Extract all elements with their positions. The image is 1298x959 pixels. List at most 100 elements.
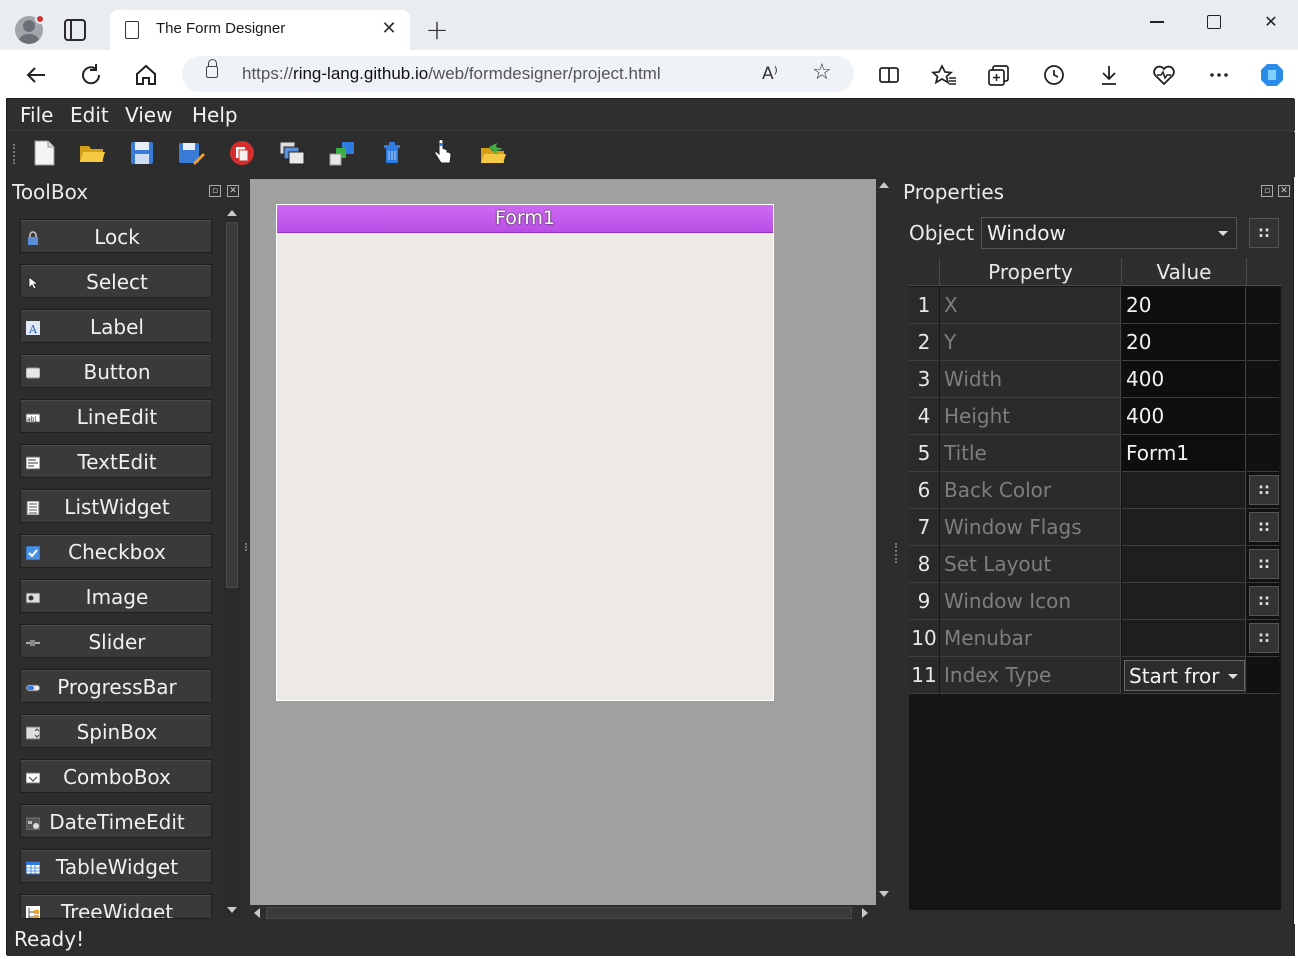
toolbox-scrollbar[interactable] — [224, 206, 240, 918]
refresh-icon[interactable] — [76, 60, 106, 90]
dock-float-icon[interactable]: ▫ — [209, 185, 221, 197]
set-layout-button[interactable]: :: — [1249, 549, 1279, 579]
row-number: 1 — [909, 287, 939, 324]
read-aloud-icon[interactable]: A⁾ — [762, 60, 788, 88]
tool-listwidget-button[interactable]: ListWidget — [20, 489, 212, 523]
tab-close-icon[interactable]: ✕ — [378, 18, 400, 40]
menu-view[interactable]: View — [125, 103, 172, 127]
close-icon[interactable] — [228, 139, 256, 167]
scroll-down-arrow-icon[interactable] — [879, 891, 889, 897]
scroll-down-arrow-icon[interactable] — [227, 907, 237, 913]
left-splitter-handle[interactable] — [245, 543, 248, 551]
window-flags-button[interactable]: :: — [1249, 512, 1279, 542]
collections-icon[interactable] — [984, 60, 1014, 90]
property-value[interactable]: 20 — [1122, 324, 1246, 361]
tool-slider-button[interactable]: Slider — [20, 624, 212, 658]
tool-treewidget-button[interactable]: TreeWidget — [20, 894, 212, 919]
menu-file[interactable]: File — [20, 103, 53, 127]
url-field[interactable]: https://ring-lang.github.io/web/formdesi… — [182, 56, 854, 92]
tool-button-button[interactable]: Button — [20, 354, 212, 388]
menu-edit[interactable]: Edit — [70, 103, 109, 127]
tool-label: Label — [90, 315, 144, 339]
run-icon[interactable] — [479, 139, 507, 167]
url-text[interactable]: https://ring-lang.github.io/web/formdesi… — [242, 64, 661, 84]
delete-icon[interactable] — [378, 139, 406, 167]
canvas-horizontal-scrollbar[interactable] — [250, 905, 876, 921]
toolbox-scroll-thumb[interactable] — [226, 222, 238, 588]
scroll-left-arrow-icon[interactable] — [254, 908, 260, 918]
tool-checkbox-button[interactable]: Checkbox — [20, 534, 212, 568]
tool-progressbar-button[interactable]: ProgressBar — [20, 669, 212, 703]
tool-datetimeedit-button[interactable]: DateTimeEdit — [20, 804, 212, 838]
canvas-scroll-thumb[interactable] — [266, 907, 852, 919]
column-header-property[interactable]: Property — [940, 258, 1122, 286]
designed-form-window[interactable]: Form1 — [276, 204, 774, 701]
back-color-picker-button[interactable]: :: — [1249, 475, 1279, 505]
property-value[interactable]: 400 — [1122, 398, 1246, 435]
maximize-button[interactable] — [1197, 8, 1231, 36]
browser-essentials-icon[interactable] — [1149, 60, 1179, 90]
object-options-button[interactable]: :: — [1249, 218, 1279, 248]
property-value[interactable] — [1122, 509, 1246, 546]
property-value[interactable]: 400 — [1122, 361, 1246, 398]
downloads-icon[interactable] — [1094, 60, 1124, 90]
tab-actions-icon[interactable] — [64, 19, 86, 41]
tool-label-button[interactable]: A Label — [20, 309, 212, 343]
scroll-up-arrow-icon[interactable] — [879, 182, 889, 188]
menubar-button[interactable]: :: — [1249, 623, 1279, 653]
object-select[interactable]: Window — [981, 217, 1237, 249]
right-splitter-handle[interactable] — [895, 543, 898, 563]
tool-lineedit-button[interactable]: ab| LineEdit — [20, 399, 212, 433]
window-close-button[interactable]: ✕ — [1254, 8, 1288, 36]
window-icon-button[interactable]: :: — [1249, 586, 1279, 616]
save-icon[interactable] — [128, 139, 156, 167]
dock-close-icon[interactable]: ✕ — [227, 185, 239, 197]
history-icon[interactable] — [1039, 60, 1069, 90]
dock-float-icon[interactable]: ▫ — [1261, 185, 1273, 197]
form-titlebar[interactable]: Form1 — [277, 205, 773, 233]
canvas-vertical-scrollbar[interactable] — [876, 179, 892, 905]
minimize-button[interactable] — [1140, 8, 1174, 36]
tool-tablewidget-button[interactable]: TableWidget — [20, 849, 212, 883]
new-tab-button[interactable]: + — [424, 16, 450, 44]
split-screen-icon[interactable] — [874, 60, 904, 90]
property-value[interactable]: Form1 — [1122, 435, 1246, 472]
property-value[interactable]: 20 — [1122, 287, 1246, 324]
scroll-up-arrow-icon[interactable] — [227, 210, 237, 216]
home-icon[interactable] — [131, 60, 161, 90]
property-value[interactable] — [1122, 583, 1246, 620]
tool-label: ComboBox — [63, 765, 171, 789]
scroll-right-arrow-icon[interactable] — [862, 908, 868, 918]
open-folder-icon[interactable] — [78, 139, 106, 167]
menu-help[interactable]: Help — [192, 103, 238, 127]
tool-image-button[interactable]: Image — [20, 579, 212, 613]
toolbar-grip[interactable] — [13, 144, 17, 164]
tool-combobox-button[interactable]: ComboBox — [20, 759, 212, 793]
form-title: Form1 — [495, 207, 555, 229]
copilot-icon[interactable] — [1257, 60, 1287, 90]
browser-tab[interactable]: The Form Designer ✕ — [110, 10, 410, 50]
favorites-icon[interactable] — [929, 60, 959, 90]
property-value[interactable] — [1122, 472, 1246, 509]
save-as-icon[interactable] — [177, 139, 205, 167]
favorite-star-icon[interactable]: ☆ — [812, 59, 838, 87]
back-icon[interactable] — [21, 60, 51, 90]
tab-title: The Form Designer — [156, 20, 286, 37]
tool-select-button[interactable]: Select — [20, 264, 212, 298]
tool-textedit-button[interactable]: TextEdit — [20, 444, 212, 478]
column-header-value[interactable]: Value — [1122, 258, 1247, 286]
more-menu-icon[interactable] — [1204, 60, 1234, 90]
new-file-icon[interactable] — [30, 139, 58, 167]
tool-spinbox-button[interactable]: SpinBox — [20, 714, 212, 748]
bring-front-icon[interactable] — [328, 139, 356, 167]
dock-close-icon[interactable]: ✕ — [1278, 185, 1290, 197]
designer-canvas[interactable]: Form1 — [250, 179, 876, 905]
tool-lock-button[interactable]: Lock — [20, 219, 212, 253]
property-value[interactable] — [1122, 620, 1246, 657]
index-type-select[interactable]: Start fror — [1124, 660, 1245, 691]
row-filler — [1247, 435, 1279, 472]
pointer-icon[interactable] — [428, 139, 456, 167]
property-value[interactable] — [1122, 546, 1246, 583]
lock-icon[interactable] — [206, 59, 218, 78]
duplicate-icon[interactable] — [278, 139, 306, 167]
